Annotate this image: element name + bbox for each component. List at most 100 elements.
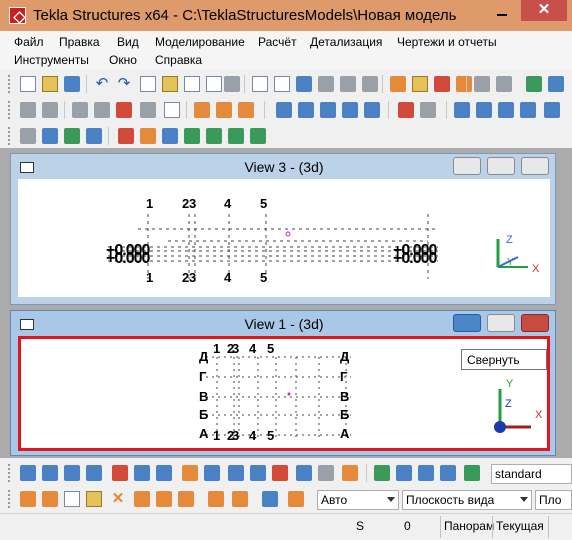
select-component-objects-icon[interactable] bbox=[374, 465, 390, 481]
view-window-icon[interactable] bbox=[252, 76, 268, 92]
select-objects-icon[interactable] bbox=[318, 465, 334, 481]
view-3d-icon[interactable] bbox=[296, 76, 312, 92]
view3-maximize-button[interactable] bbox=[487, 157, 515, 175]
select-rebars-icon[interactable] bbox=[464, 465, 480, 481]
select-bolts-icon[interactable] bbox=[134, 465, 150, 481]
view1-titlebar[interactable]: View 1 - (3d) bbox=[11, 311, 557, 337]
menu-analysis[interactable]: Расчёт bbox=[258, 35, 297, 49]
select-loads-icon[interactable] bbox=[272, 465, 288, 481]
select-in-components-icon[interactable] bbox=[396, 465, 412, 481]
document-icon[interactable] bbox=[224, 76, 240, 92]
plane-type-select[interactable]: Пло bbox=[535, 490, 572, 510]
phase-icon[interactable] bbox=[206, 128, 222, 144]
web-icon[interactable] bbox=[526, 76, 542, 92]
view3-canvas[interactable]: Z Y X 1 2 3 4 5 1 2 3 4 5 +0.000 +0.000 … bbox=[18, 179, 550, 297]
notes-icon[interactable] bbox=[412, 76, 428, 92]
analysis-icon[interactable] bbox=[496, 76, 512, 92]
chevron-down-icon[interactable] bbox=[520, 497, 528, 502]
menu-window[interactable]: Окно bbox=[109, 53, 137, 67]
undo-icon[interactable]: ↶ bbox=[94, 76, 110, 92]
minimize-window-button[interactable] bbox=[489, 1, 515, 21]
load-temperature-icon[interactable] bbox=[544, 102, 560, 118]
snap-depth-select[interactable]: Авто bbox=[317, 490, 399, 510]
paste-icon[interactable] bbox=[362, 76, 378, 92]
toolbar-grip[interactable] bbox=[8, 490, 11, 508]
snap-override-icon[interactable] bbox=[262, 491, 278, 507]
snap-free-icon[interactable] bbox=[232, 491, 248, 507]
select-all-icon[interactable] bbox=[20, 465, 36, 481]
select-objects-in-assemblies-icon[interactable] bbox=[440, 465, 456, 481]
view1-minimize-button[interactable] bbox=[453, 314, 481, 332]
snap-plane-icon[interactable] bbox=[288, 491, 304, 507]
menu-help[interactable]: Справка bbox=[155, 53, 202, 67]
slab-icon[interactable] bbox=[342, 102, 358, 118]
select-points-icon[interactable] bbox=[250, 465, 266, 481]
concrete-beam-icon[interactable] bbox=[298, 102, 314, 118]
lot-icon[interactable] bbox=[228, 128, 244, 144]
steel-column-icon[interactable] bbox=[72, 102, 88, 118]
select-surfaces-icon[interactable] bbox=[64, 465, 80, 481]
panel-icon[interactable] bbox=[364, 102, 380, 118]
select-grids-icon[interactable] bbox=[204, 465, 220, 481]
cast-unit-icon[interactable] bbox=[140, 128, 156, 144]
rebar-icon[interactable] bbox=[398, 102, 414, 118]
numbering-icon[interactable] bbox=[474, 76, 490, 92]
load-line-icon[interactable] bbox=[476, 102, 492, 118]
rebar-group-icon[interactable] bbox=[420, 102, 436, 118]
load-area-icon[interactable] bbox=[498, 102, 514, 118]
snap-intersections-icon[interactable]: ✕ bbox=[110, 491, 126, 507]
select-reference-icon[interactable] bbox=[182, 465, 198, 481]
polybeam-icon[interactable] bbox=[320, 102, 336, 118]
view1-close-button[interactable] bbox=[521, 314, 549, 332]
weld-icon[interactable] bbox=[216, 102, 232, 118]
drawing-list-icon[interactable] bbox=[206, 76, 222, 92]
menu-detailing[interactable]: Детализация bbox=[310, 35, 382, 49]
select-cuts-icon[interactable] bbox=[86, 465, 102, 481]
snap-reference-lines-icon[interactable] bbox=[20, 491, 36, 507]
snap-geometry-lines-icon[interactable] bbox=[42, 491, 58, 507]
close-window-button[interactable]: ✕ bbox=[521, 0, 567, 21]
filter-icon[interactable] bbox=[42, 128, 58, 144]
copy-view-icon[interactable] bbox=[184, 76, 200, 92]
save-icon[interactable] bbox=[64, 76, 80, 92]
snap-end-points-icon[interactable] bbox=[86, 491, 102, 507]
polygon-weld-icon[interactable] bbox=[238, 102, 254, 118]
menu-view[interactable]: Вид bbox=[117, 35, 139, 49]
task-icon[interactable] bbox=[250, 128, 266, 144]
view-list-icon[interactable] bbox=[274, 76, 290, 92]
select-welds-icon[interactable] bbox=[112, 465, 128, 481]
select-planes-icon[interactable] bbox=[228, 465, 244, 481]
bolt-icon[interactable] bbox=[194, 102, 210, 118]
view3-close-button[interactable] bbox=[521, 157, 549, 175]
plate-icon[interactable] bbox=[140, 102, 156, 118]
menu-modeling[interactable]: Моделирование bbox=[155, 35, 245, 49]
binoculars-icon[interactable] bbox=[20, 128, 36, 144]
select-views-icon[interactable] bbox=[296, 465, 312, 481]
select-parts-icon[interactable] bbox=[42, 465, 58, 481]
snap-perpendicular-icon[interactable] bbox=[134, 491, 150, 507]
beam-icon[interactable] bbox=[20, 102, 36, 118]
sequence-icon[interactable] bbox=[86, 128, 102, 144]
view3-titlebar[interactable]: View 3 - (3d) bbox=[11, 154, 557, 180]
clipboard-icon[interactable] bbox=[340, 76, 356, 92]
organizer-icon[interactable] bbox=[64, 128, 80, 144]
menu-tools[interactable]: Инструменты bbox=[14, 53, 89, 67]
menu-edit[interactable]: Правка bbox=[59, 35, 100, 49]
bent-plate-icon[interactable] bbox=[116, 102, 132, 118]
toolbar-grip[interactable] bbox=[8, 464, 11, 482]
drawings-icon[interactable] bbox=[434, 76, 450, 92]
toolbar-grip[interactable] bbox=[8, 75, 11, 93]
model-icon[interactable] bbox=[140, 76, 156, 92]
steel-beam-icon[interactable] bbox=[94, 102, 110, 118]
pour-icon[interactable] bbox=[184, 128, 200, 144]
open-icon[interactable] bbox=[42, 76, 58, 92]
snap-nearest-icon[interactable] bbox=[178, 491, 194, 507]
selection-filter-select[interactable]: standard bbox=[491, 464, 572, 484]
column-icon[interactable] bbox=[42, 102, 58, 118]
select-assembly-icon[interactable] bbox=[342, 465, 358, 481]
load-point-icon[interactable] bbox=[454, 102, 470, 118]
menu-file[interactable]: Файл bbox=[14, 35, 44, 49]
open-model-icon[interactable] bbox=[162, 76, 178, 92]
redo-icon[interactable]: ↷ bbox=[116, 76, 132, 92]
assembly-icon[interactable] bbox=[118, 128, 134, 144]
